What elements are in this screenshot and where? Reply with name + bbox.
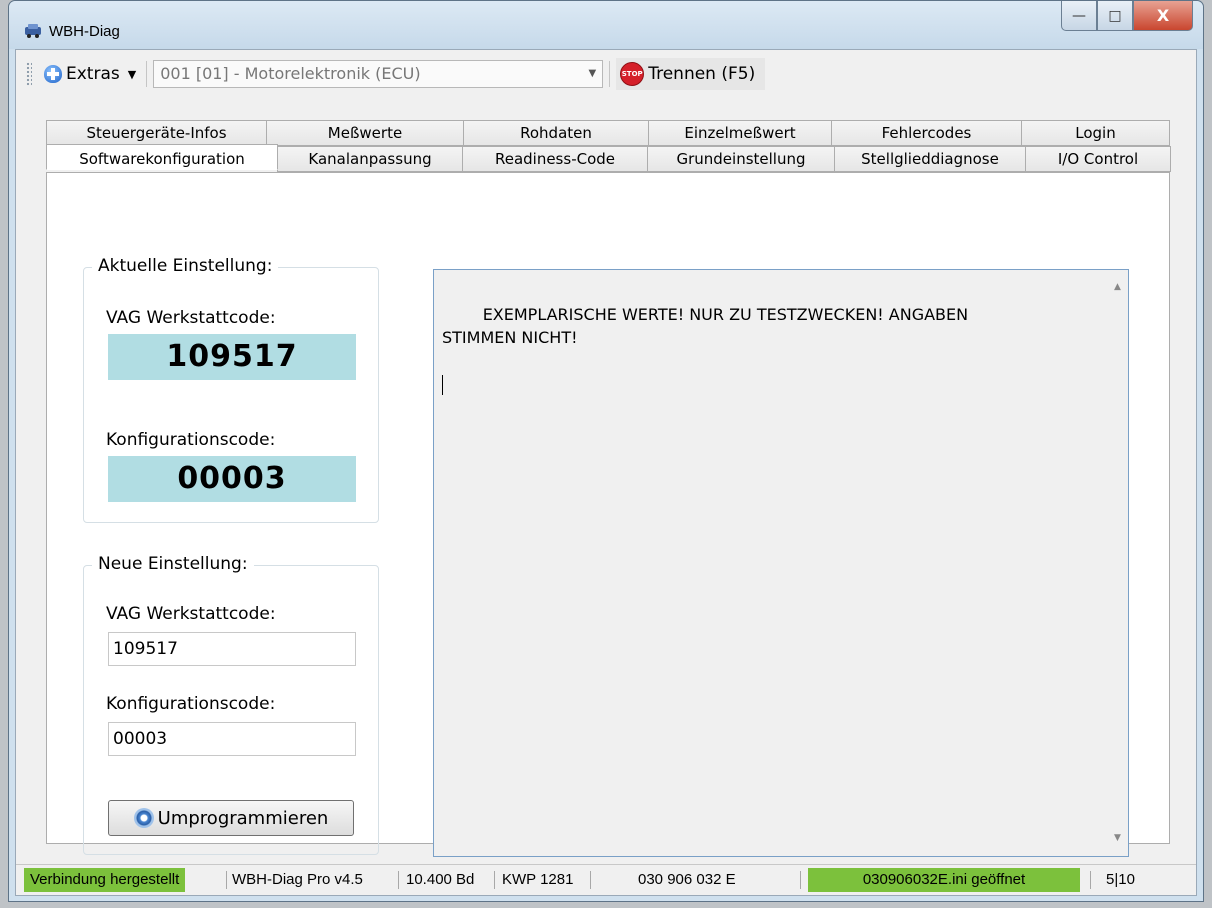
minimize-button[interactable]: — — [1061, 1, 1097, 31]
tab-softwarekonfiguration[interactable]: Softwarekonfiguration — [46, 144, 278, 170]
disconnect-label: Trennen (F5) — [648, 64, 756, 84]
extras-menu-button[interactable]: Extras ▼ — [40, 64, 140, 84]
close-button[interactable]: X — [1133, 1, 1193, 31]
window-controls: — □ X — [1061, 1, 1193, 31]
current-settings-group: Aktuelle Einstellung: VAG Werkstattcode:… — [83, 256, 379, 523]
scroll-up-icon[interactable]: ▲ — [1114, 276, 1121, 299]
stop-icon: STOP — [620, 62, 645, 86]
tab-panel-softwarekonfiguration: Aktuelle Einstellung: VAG Werkstattcode:… — [46, 172, 1170, 857]
disconnect-button[interactable]: STOP Trennen (F5) — [616, 58, 766, 90]
tab-kanalanpassung[interactable]: Kanalanpassung — [277, 146, 463, 172]
workshop-code-input[interactable]: 109517 — [108, 632, 356, 666]
current-config-value: 00003 — [108, 456, 356, 502]
status-connection: Verbindung hergestellt — [24, 868, 186, 892]
extras-label: Extras — [66, 64, 120, 84]
status-count: 5|10 — [1106, 871, 1135, 888]
gear-icon — [133, 808, 154, 828]
config-code-input[interactable]: 00003 — [108, 722, 356, 756]
tab-grundeinstellung[interactable]: Grundeinstellung — [647, 146, 835, 172]
status-baud: 10.400 Bd — [406, 871, 475, 888]
maximize-button[interactable]: □ — [1097, 1, 1133, 31]
status-separator — [1090, 871, 1091, 889]
tab-rohdaten[interactable]: Rohdaten — [463, 120, 649, 146]
output-textarea[interactable]: EXEMPLARISCHE WERTE! NUR ZU TESTZWECKEN!… — [433, 269, 1129, 857]
toolbar-grip-icon[interactable] — [26, 62, 32, 86]
status-part-number: 030 906 032 E — [638, 871, 736, 888]
client-area: Extras ▼ 001 [01] - Motorelektronik (ECU… — [15, 49, 1197, 896]
status-protocol: KWP 1281 — [502, 871, 574, 888]
toolbar: Extras ▼ 001 [01] - Motorelektronik (ECU… — [26, 56, 802, 92]
title-bar[interactable]: WBH-Diag — □ X — [9, 1, 1203, 49]
tab-fehlercodes[interactable]: Fehlercodes — [831, 120, 1022, 146]
tab-stellglieddiagnose[interactable]: Stellglieddiagnose — [834, 146, 1026, 172]
window-title: WBH-Diag — [49, 23, 120, 40]
chevron-down-icon: ▼ — [127, 67, 137, 81]
chevron-down-icon: ▼ — [588, 68, 597, 79]
scroll-down-icon[interactable]: ▼ — [1114, 827, 1121, 850]
output-text: EXEMPLARISCHE WERTE! NUR ZU TESTZWECKEN!… — [442, 305, 969, 347]
tab-row-1: Steuergeräte-Infos Meßwerte Rohdaten Ein… — [46, 120, 1170, 146]
tab-readiness-code[interactable]: Readiness-Code — [462, 146, 648, 172]
shield-plus-icon — [44, 65, 62, 83]
tab-row-2: Softwarekonfiguration Kanalanpassung Rea… — [46, 144, 1171, 172]
current-config-label: Konfigurationscode: — [106, 430, 276, 450]
new-config-label: Konfigurationscode: — [106, 694, 276, 714]
tab-messwerte[interactable]: Meßwerte — [266, 120, 464, 146]
current-settings-legend: Aktuelle Einstellung: — [92, 256, 279, 276]
text-cursor — [442, 374, 443, 395]
status-separator — [800, 871, 801, 889]
car-icon — [25, 24, 41, 38]
status-separator — [398, 871, 399, 889]
tab-einzelmesswert[interactable]: Einzelmeßwert — [648, 120, 832, 146]
new-settings-group: Neue Einstellung: VAG Werkstattcode: 109… — [83, 554, 379, 855]
tab-io-control[interactable]: I/O Control — [1025, 146, 1171, 172]
status-version: WBH-Diag Pro v4.5 — [232, 871, 363, 888]
toolbar-separator — [609, 61, 611, 87]
new-workshop-label: VAG Werkstattcode: — [106, 604, 276, 624]
new-settings-legend: Neue Einstellung: — [92, 554, 254, 574]
status-separator — [494, 871, 495, 889]
toolbar-separator — [146, 61, 148, 87]
status-bar: Verbindung hergestellt WBH-Diag Pro v4.5… — [16, 864, 1196, 894]
module-select-value: 001 [01] - Motorelektronik (ECU) — [160, 64, 421, 83]
module-select[interactable]: 001 [01] - Motorelektronik (ECU) ▼ — [153, 60, 604, 88]
status-ini-file: 030906032E.ini geöffnet — [808, 868, 1080, 892]
current-workshop-label: VAG Werkstattcode: — [106, 308, 276, 328]
current-workshop-value: 109517 — [108, 334, 356, 380]
tab-steuergeraete-infos[interactable]: Steuergeräte-Infos — [46, 120, 267, 146]
tab-strip: Steuergeräte-Infos Meßwerte Rohdaten Ein… — [46, 120, 1171, 172]
app-window: WBH-Diag — □ X Extras ▼ 001 [01] - Motor… — [8, 0, 1204, 902]
vertical-scrollbar[interactable]: ▲ ▼ — [1110, 270, 1128, 856]
reprogram-button[interactable]: Umprogrammieren — [108, 800, 354, 836]
status-separator — [590, 871, 591, 889]
status-separator — [226, 871, 227, 889]
tab-login[interactable]: Login — [1021, 120, 1170, 146]
reprogram-label: Umprogrammieren — [157, 807, 329, 829]
